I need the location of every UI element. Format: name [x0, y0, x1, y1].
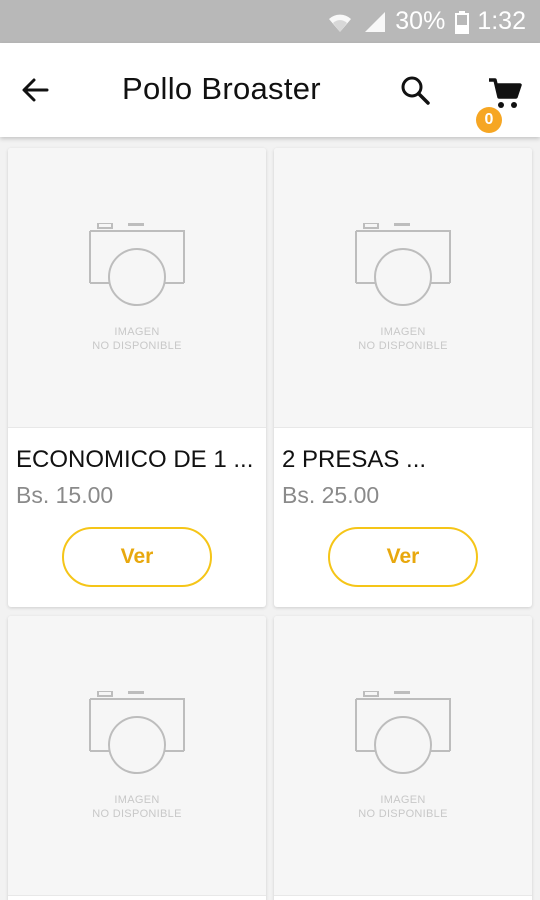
page-title: Pollo Broaster	[122, 71, 321, 106]
product-image-placeholder: IMAGEN NO DISPONIBLE	[274, 148, 532, 428]
camera-icon	[355, 690, 451, 774]
camera-icon	[89, 690, 185, 774]
search-icon	[401, 76, 430, 105]
status-bar: 30% 1:32	[0, 0, 540, 43]
product-card[interactable]: IMAGEN NO DISPONIBLE	[8, 616, 266, 900]
image-unavailable-label: IMAGEN NO DISPONIBLE	[92, 793, 182, 820]
product-card[interactable]: IMAGEN NO DISPONIBLE 2 PRESAS ... Bs. 25…	[274, 148, 532, 607]
battery-icon	[455, 10, 470, 34]
ver-button[interactable]: Ver	[62, 527, 212, 587]
product-price: Bs. 15.00	[16, 482, 114, 508]
status-time: 1:32	[477, 7, 526, 35]
product-image-placeholder: IMAGEN NO DISPONIBLE	[274, 616, 532, 896]
product-name: 2 PRESAS ...	[282, 446, 427, 473]
image-unavailable-label: IMAGEN NO DISPONIBLE	[92, 325, 182, 352]
back-button[interactable]	[16, 71, 54, 109]
image-unavailable-label: IMAGEN NO DISPONIBLE	[358, 325, 448, 352]
camera-icon	[89, 222, 185, 306]
image-unavailable-label: IMAGEN NO DISPONIBLE	[358, 793, 448, 820]
signal-icon	[363, 10, 387, 34]
search-button[interactable]	[396, 71, 434, 109]
battery-percent: 30%	[395, 7, 446, 35]
back-arrow-icon	[22, 78, 49, 102]
ver-button[interactable]: Ver	[328, 527, 478, 587]
cart-count-badge: 0	[476, 107, 502, 133]
wifi-icon	[327, 10, 353, 34]
product-name: ECONOMICO DE 1 ...	[16, 446, 254, 473]
cart-icon	[489, 78, 522, 108]
app-bar: Pollo Broaster 0	[0, 43, 540, 137]
product-image-placeholder: IMAGEN NO DISPONIBLE	[8, 148, 266, 428]
camera-icon	[355, 222, 451, 306]
product-card[interactable]: IMAGEN NO DISPONIBLE	[274, 616, 532, 900]
product-image-placeholder: IMAGEN NO DISPONIBLE	[8, 616, 266, 896]
product-price: Bs. 25.00	[282, 482, 380, 508]
product-card[interactable]: IMAGEN NO DISPONIBLE ECONOMICO DE 1 ... …	[8, 148, 266, 607]
